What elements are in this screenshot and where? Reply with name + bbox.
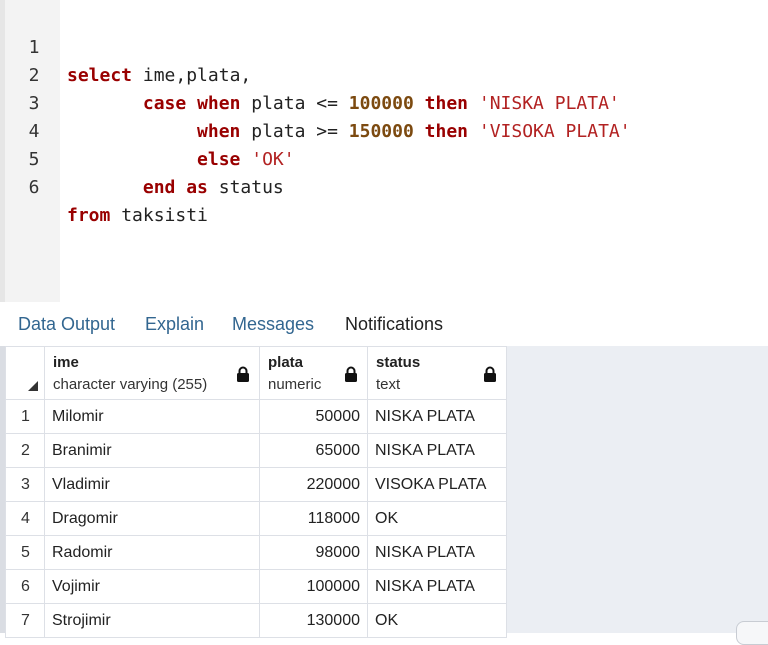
cell-ime[interactable]: Vojimir [44,569,260,604]
row-number[interactable]: 2 [5,433,45,468]
cell-plata[interactable]: 100000 [259,569,368,604]
cell-plata[interactable]: 130000 [259,603,368,638]
cell-plata[interactable]: 50000 [259,399,368,434]
cell-status[interactable]: VISOKA PLATA [367,467,507,502]
keyword: as [186,177,208,198]
cell-status[interactable]: OK [367,603,507,638]
column-header-status[interactable]: status text [367,346,507,400]
column-type: numeric [268,376,322,393]
row-number[interactable]: 3 [5,467,45,502]
column-name: status [376,354,421,371]
scroll-indicator[interactable] [736,621,768,645]
cell-ime[interactable]: Vladimir [44,467,260,502]
sort-corner-icon [28,381,38,391]
lock-icon [345,366,357,382]
results-grid: ime character varying (255) plata numeri… [5,346,507,638]
lock-icon [484,366,496,382]
keyword: end [142,177,176,198]
column-type: text [376,376,401,393]
row-number[interactable]: 6 [5,569,45,604]
cell-plata[interactable]: 220000 [259,467,368,502]
code-text: taksisti [110,205,208,226]
cell-plata[interactable]: 65000 [259,433,368,468]
column-name: plata [268,354,304,371]
code-line-5[interactable]: 5 end as status [0,118,768,198]
column-name: ime [53,354,79,371]
table-row[interactable]: 6 Vojimir 100000 NISKA PLATA [5,569,507,604]
table-row[interactable]: 7 Strojimir 130000 OK [5,603,507,638]
keyword: from [67,205,111,226]
cell-ime[interactable]: Dragomir [44,501,260,536]
tab-explain[interactable]: Explain [145,302,204,346]
cell-status[interactable]: NISKA PLATA [367,569,507,604]
table-row[interactable]: 5 Radomir 98000 NISKA PLATA [5,535,507,570]
row-number[interactable]: 5 [5,535,45,570]
cell-status[interactable]: NISKA PLATA [367,433,507,468]
cell-plata[interactable]: 118000 [259,501,368,536]
table-row[interactable]: 2 Branimir 65000 NISKA PLATA [5,433,507,468]
column-header-ime[interactable]: ime character varying (255) [44,346,260,400]
row-number[interactable]: 7 [5,603,45,638]
cell-status[interactable]: OK [367,501,507,536]
cell-ime[interactable]: Radomir [44,535,260,570]
select-all-corner[interactable] [5,346,45,400]
row-number[interactable]: 4 [5,501,45,536]
cell-status[interactable]: NISKA PLATA [367,399,507,434]
table-row[interactable]: 4 Dragomir 118000 OK [5,501,507,536]
cell-status[interactable]: NISKA PLATA [367,535,507,570]
code-line-6[interactable]: 6 from taksisti [0,146,768,226]
sql-editor[interactable]: 1 select ime,plata, 2 case when plata <=… [0,0,768,303]
row-number[interactable]: 1 [5,399,45,434]
line-number: 6 [28,177,40,198]
code-line-1[interactable]: 1 select ime,plata, [0,6,768,86]
code-text: status [207,177,284,198]
results-tab-bar: Data Output Explain Messages Notificatio… [0,302,768,347]
cell-ime[interactable]: Strojimir [44,603,260,638]
cell-plata[interactable]: 98000 [259,535,368,570]
table-row[interactable]: 3 Vladimir 220000 VISOKA PLATA [5,467,507,502]
cell-ime[interactable]: Branimir [44,433,260,468]
table-row[interactable]: 1 Milomir 50000 NISKA PLATA [5,399,507,434]
lock-icon [237,366,249,382]
code-line-2[interactable]: 2 case when plata <= 100000 then 'NISKA … [0,34,768,114]
code-line-4[interactable]: 4 else 'OK' [0,90,768,170]
data-output-panel: ime character varying (255) plata numeri… [0,346,768,645]
grid-header-row: ime character varying (255) plata numeri… [5,346,507,400]
tab-data-output[interactable]: Data Output [18,302,115,346]
tab-messages[interactable]: Messages [232,302,314,346]
column-header-plata[interactable]: plata numeric [259,346,368,400]
code-line-3[interactable]: 3 when plata >= 150000 then 'VISOKA PLAT… [0,62,768,142]
cell-ime[interactable]: Milomir [44,399,260,434]
tab-notifications[interactable]: Notifications [345,302,443,346]
column-type: character varying (255) [53,376,208,393]
